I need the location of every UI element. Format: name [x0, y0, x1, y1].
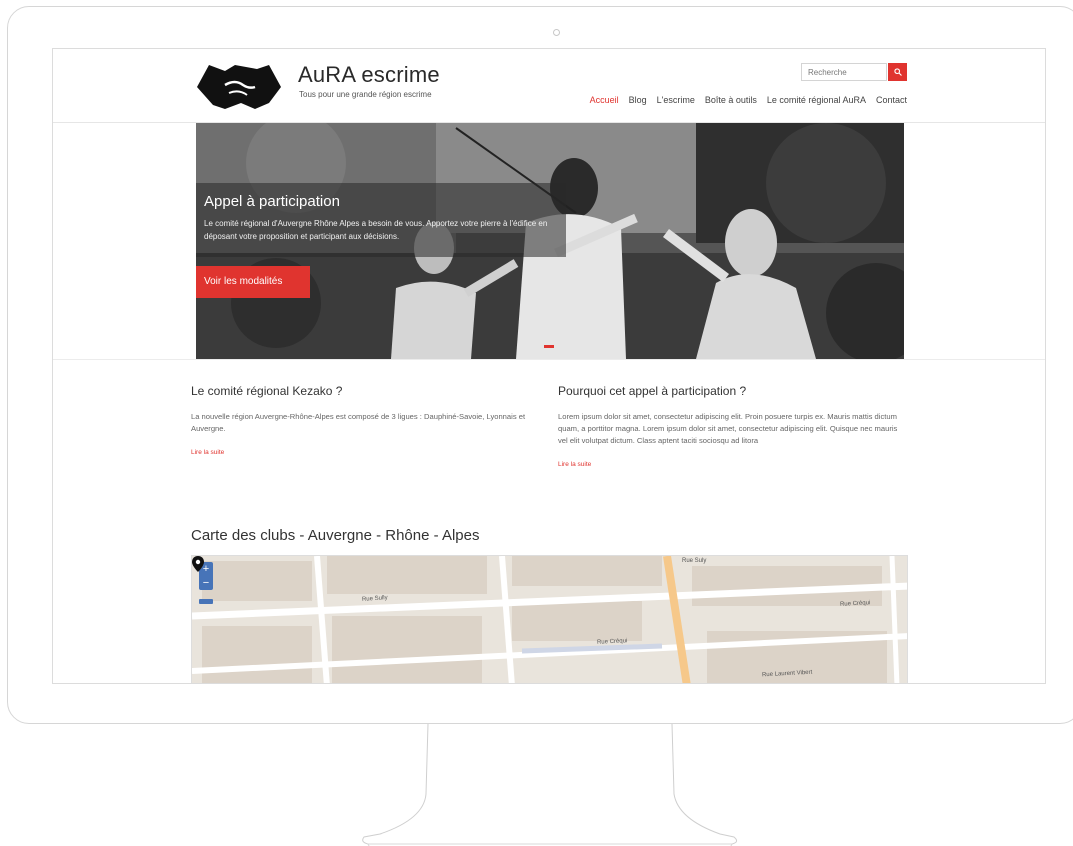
- nav-item-boite-outils[interactable]: Boîte à outils: [705, 95, 757, 105]
- info-column-right: Pourquoi cet appel à participation ? Lor…: [558, 384, 908, 468]
- nav-item-contact[interactable]: Contact: [876, 95, 907, 105]
- divider: [53, 359, 1045, 360]
- camera-dot: [553, 29, 560, 36]
- hero-title: Appel à participation: [204, 193, 340, 210]
- hero-caption: Appel à participation Le comité régional…: [196, 183, 566, 257]
- column-text: La nouvelle région Auvergne-Rhône-Alpes …: [191, 412, 526, 433]
- info-column-left: Le comité régional Kezako ? La nouvelle …: [191, 384, 543, 456]
- main-nav: Accueil Blog L'escrime Boîte à outils Le…: [590, 95, 907, 105]
- column-title: Le comité régional Kezako ?: [191, 384, 343, 398]
- map-marker-icon[interactable]: [192, 556, 204, 572]
- street-label: Rue Suly: [682, 558, 707, 564]
- browser-screen: AuRA escrime Tous pour une grande région…: [52, 48, 1046, 684]
- monitor-stand: [362, 724, 738, 846]
- search-icon: [893, 68, 902, 76]
- read-more-link[interactable]: Lire la suite: [558, 461, 908, 468]
- site-title[interactable]: AuRA escrime: [298, 62, 440, 88]
- column-text: Lorem ipsum dolor sit amet, consectetur …: [558, 412, 898, 445]
- nav-item-comite[interactable]: Le comité régional AuRA: [767, 95, 866, 105]
- handshake-logo-icon[interactable]: [195, 59, 283, 111]
- layers-button[interactable]: [199, 599, 213, 604]
- clubs-map[interactable]: + − Rue Sully Rue Créqui Rue Créqui Rue …: [191, 555, 908, 683]
- slider-indicator[interactable]: [544, 345, 554, 348]
- search-button[interactable]: [888, 63, 907, 81]
- site-header: AuRA escrime Tous pour une grande région…: [53, 49, 1045, 123]
- nav-item-accueil[interactable]: Accueil: [590, 95, 619, 105]
- zoom-out-button[interactable]: −: [199, 576, 213, 590]
- search-input[interactable]: Recherche: [801, 63, 887, 81]
- column-title: Pourquoi cet appel à participation ?: [558, 384, 747, 398]
- nav-item-escrime[interactable]: L'escrime: [657, 95, 695, 105]
- site-tagline: Tous pour une grande région escrime: [299, 90, 432, 99]
- hero-text: Le comité régional d'Auvergne Rhône Alpe…: [204, 219, 548, 241]
- read-more-link[interactable]: Lire la suite: [191, 449, 543, 456]
- hero-cta-button[interactable]: Voir les modalités: [196, 266, 310, 298]
- hero-slider[interactable]: Appel à participation Le comité régional…: [196, 123, 904, 359]
- map-tiles: [192, 556, 907, 683]
- nav-item-blog[interactable]: Blog: [629, 95, 647, 105]
- map-title: Carte des clubs - Auvergne - Rhône - Alp…: [191, 527, 480, 544]
